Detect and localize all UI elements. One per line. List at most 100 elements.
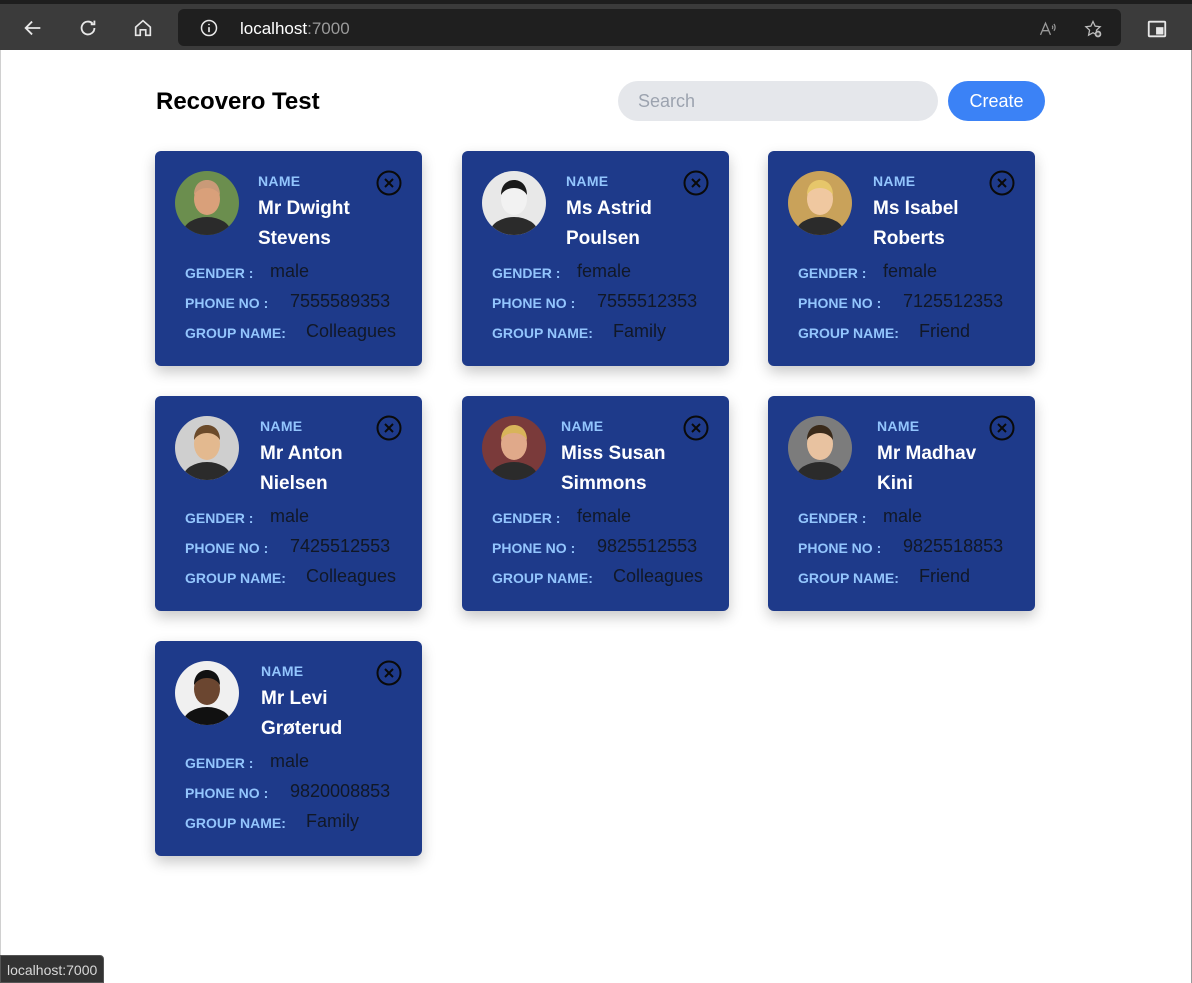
contact-card[interactable]: NAME Mr Anton Nielsen GENDER : male PHONE NO… — [155, 396, 422, 611]
avatar — [482, 416, 546, 480]
group-value: Family — [613, 321, 666, 341]
contact-name: Mr Levi Grøterud — [261, 688, 343, 739]
phone-label: PHONE NO : — [798, 295, 882, 311]
close-circle-icon — [989, 170, 1015, 196]
phone-label: PHONE NO : — [798, 540, 882, 556]
gender-label: GENDER : — [798, 265, 867, 281]
gender-label: GENDER : — [492, 265, 561, 281]
delete-button[interactable] — [376, 170, 402, 196]
status-bar-url: localhost:7000 — [0, 955, 105, 983]
phone-value: 7125512353 — [903, 291, 1004, 311]
name-label: NAME — [258, 173, 301, 189]
name-label: NAME — [873, 173, 916, 189]
contact-name: Mr Dwight Stevens — [258, 198, 350, 249]
contact-card[interactable]: NAME Mr Levi Grøterud GENDER : male PHONE NO… — [155, 641, 422, 856]
phone-label: PHONE NO : — [492, 295, 576, 311]
home-button[interactable] — [128, 13, 158, 43]
delete-button[interactable] — [376, 415, 402, 441]
contact-card[interactable]: NAME Mr Madhav Kini GENDER : male PHONE NO :… — [768, 396, 1035, 611]
info-icon[interactable] — [199, 18, 219, 38]
phone-value: 9825512553 — [597, 536, 698, 556]
phone-value: 9825518853 — [903, 536, 1004, 556]
avatar — [788, 416, 852, 480]
url-text: localhost:7000 — [240, 19, 350, 38]
avatar — [482, 171, 546, 235]
browser-toolbar: localhost:7000 — [0, 0, 1192, 50]
contact-card[interactable]: NAME Ms Astrid Poulsen GENDER : female PHONE… — [462, 151, 729, 366]
gender-label: GENDER : — [492, 510, 561, 526]
reload-button[interactable] — [73, 13, 103, 43]
search-input[interactable] — [618, 81, 938, 121]
name-label: NAME — [260, 418, 303, 434]
delete-button[interactable] — [989, 170, 1015, 196]
phone-value: 9820008853 — [290, 781, 391, 801]
phone-label: PHONE NO : — [185, 295, 269, 311]
phone-value: 7555512353 — [597, 291, 698, 311]
phone-value: 7555589353 — [290, 291, 391, 311]
close-circle-icon — [989, 415, 1015, 441]
avatar — [175, 661, 239, 725]
gender-label: GENDER : — [185, 755, 254, 771]
contact-name: Mr Anton Nielsen — [260, 443, 343, 494]
reload-icon — [80, 20, 96, 36]
delete-button[interactable] — [683, 170, 709, 196]
avatar — [788, 171, 852, 235]
group-label: GROUP NAME: — [185, 325, 286, 341]
group-label: GROUP NAME: — [492, 325, 593, 341]
gender-value: male — [270, 261, 310, 281]
star-plus-icon — [1084, 20, 1102, 38]
create-button[interactable]: Create — [948, 81, 1045, 121]
split-screen-icon — [1147, 20, 1167, 38]
name-label: NAME — [261, 663, 304, 679]
read-aloud-button[interactable] — [1036, 17, 1060, 41]
add-favorite-button[interactable] — [1081, 17, 1105, 41]
gender-value: male — [270, 506, 310, 526]
gender-label: GENDER : — [185, 510, 254, 526]
delete-button[interactable] — [376, 660, 402, 686]
gender-label: GENDER : — [185, 265, 254, 281]
contact-card[interactable]: NAME Miss Susan Simmons GENDER : female PHON… — [462, 396, 729, 611]
back-button[interactable] — [18, 13, 48, 43]
avatar — [175, 171, 239, 235]
read-aloud-icon — [1039, 21, 1056, 36]
gender-value: female — [577, 506, 632, 526]
group-value: Friend — [919, 566, 971, 586]
close-circle-icon — [376, 415, 402, 441]
delete-button[interactable] — [683, 415, 709, 441]
close-circle-icon — [683, 170, 709, 196]
name-label: NAME — [877, 418, 920, 434]
group-label: GROUP NAME: — [798, 325, 899, 341]
group-value: Colleagues — [306, 321, 397, 341]
group-value: Colleagues — [306, 566, 397, 586]
gender-value: male — [883, 506, 923, 526]
phone-label: PHONE NO : — [185, 540, 269, 556]
split-screen-button[interactable] — [1144, 16, 1170, 42]
group-label: GROUP NAME: — [492, 570, 593, 586]
contact-name: Ms Astrid Poulsen — [566, 198, 652, 249]
group-label: GROUP NAME: — [185, 815, 286, 831]
contact-card[interactable]: NAME Ms Isabel Roberts GENDER : female PHONE… — [768, 151, 1035, 366]
group-value: Family — [306, 811, 359, 831]
phone-value: 7425512553 — [290, 536, 391, 556]
home-icon — [134, 19, 152, 37]
group-label: GROUP NAME: — [185, 570, 286, 586]
address-bar[interactable]: localhost:7000 — [178, 9, 1121, 46]
group-label: GROUP NAME: — [798, 570, 899, 586]
contact-name: Miss Susan Simmons — [561, 443, 666, 494]
page-title: Recovero Test — [156, 88, 320, 115]
gender-value: female — [577, 261, 632, 281]
name-label: NAME — [566, 173, 609, 189]
gender-value: male — [270, 751, 310, 771]
avatar — [175, 416, 239, 480]
contact-name: Mr Madhav Kini — [877, 443, 977, 494]
name-label: NAME — [561, 418, 604, 434]
group-value: Colleagues — [613, 566, 704, 586]
group-value: Friend — [919, 321, 971, 341]
delete-button[interactable] — [989, 415, 1015, 441]
close-circle-icon — [376, 660, 402, 686]
phone-label: PHONE NO : — [185, 785, 269, 801]
gender-label: GENDER : — [798, 510, 867, 526]
close-circle-icon — [376, 170, 402, 196]
contact-card[interactable]: NAME Mr Dwight Stevens GENDER : male PHONE N… — [155, 151, 422, 366]
gender-value: female — [883, 261, 938, 281]
